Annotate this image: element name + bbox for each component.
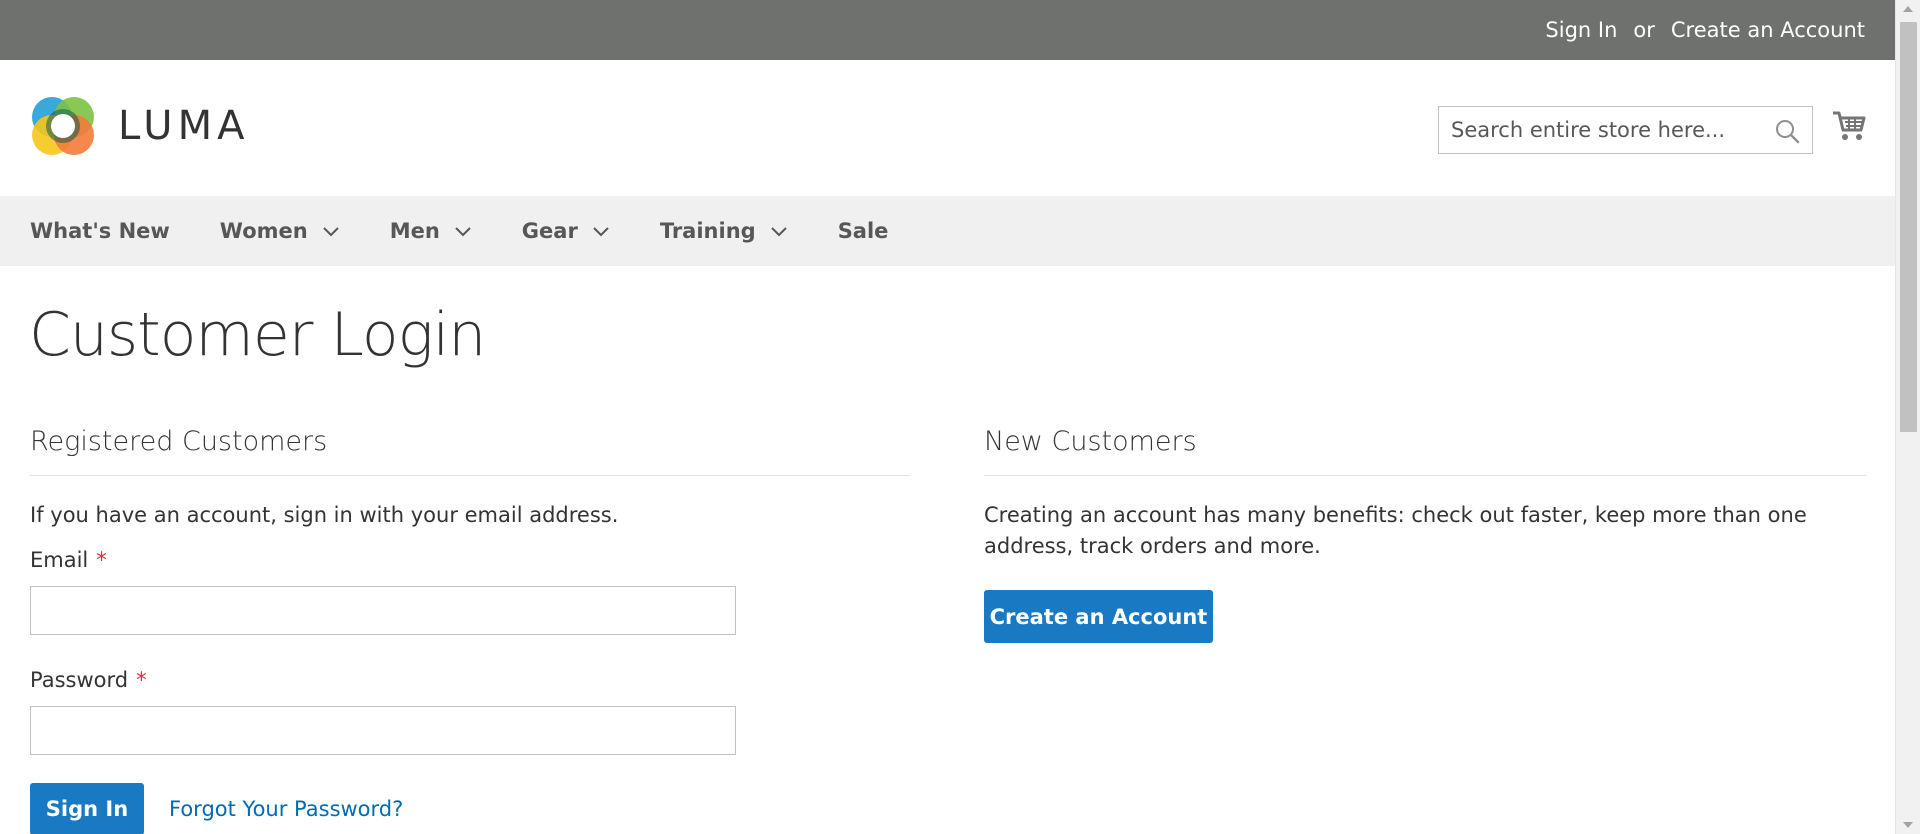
nav-item-training[interactable]: Training (660, 219, 788, 243)
create-account-link[interactable]: Create an Account (1671, 18, 1865, 42)
or-separator: or (1633, 18, 1655, 42)
create-account-button[interactable]: Create an Account (984, 590, 1213, 643)
registered-customers-title: Registered Customers (30, 426, 910, 476)
nav-item-women[interactable]: Women (220, 219, 340, 243)
chevron-down-icon (455, 227, 471, 237)
page: Sign In or Create an Account LUMA Search… (0, 0, 1895, 834)
logo-text: LUMA (118, 103, 250, 149)
search-input[interactable] (1451, 118, 1751, 142)
search-icon[interactable] (1774, 118, 1800, 144)
new-customers-block: New Customers Creating an account has ma… (984, 426, 1866, 643)
nav-item-label: Sale (837, 219, 889, 243)
nav-item-label: Men (389, 219, 440, 243)
header: LUMA (0, 60, 1895, 196)
nav-item-label: Gear (521, 219, 578, 243)
chevron-down-icon (593, 227, 609, 237)
password-field-group: Password * (30, 668, 910, 755)
email-label-text: Email (30, 548, 89, 572)
luma-logo-icon (32, 97, 94, 155)
nav-item-whats-new[interactable]: What's New (30, 219, 170, 243)
registered-customers-intro: If you have an account, sign in with you… (30, 503, 619, 527)
vertical-scrollbar[interactable] (1895, 0, 1920, 834)
scroll-down-icon[interactable] (1903, 822, 1913, 828)
nav-item-label: Training (659, 219, 756, 243)
scroll-up-icon[interactable] (1903, 6, 1913, 12)
email-label: Email * (30, 548, 107, 572)
password-label-text: Password (30, 668, 129, 692)
nav-item-sale[interactable]: Sale (838, 219, 889, 243)
new-customers-title: New Customers (984, 426, 1866, 476)
main-nav: What's New Women Men Gear Training Sale (0, 196, 1895, 266)
password-label: Password * (30, 668, 147, 692)
login-actions: Sign In Forgot Your Password? (30, 783, 910, 834)
password-field[interactable] (30, 706, 736, 755)
logo[interactable]: LUMA (30, 93, 249, 159)
email-field[interactable] (30, 586, 736, 635)
nav-item-label: What's New (30, 219, 170, 243)
required-mark: * (136, 668, 147, 692)
forgot-password-link[interactable]: Forgot Your Password? (169, 797, 403, 821)
cart-icon[interactable] (1831, 108, 1867, 144)
sign-in-link[interactable]: Sign In (1545, 18, 1617, 42)
nav-item-gear[interactable]: Gear (522, 219, 610, 243)
scroll-thumb[interactable] (1900, 22, 1917, 432)
chevron-down-icon (322, 227, 339, 237)
chevron-down-icon (770, 227, 787, 237)
sign-in-button[interactable]: Sign In (30, 783, 144, 834)
registered-customers-block: Registered Customers If you have an acco… (30, 426, 910, 834)
email-field-group: Email * (30, 548, 910, 635)
nav-item-men[interactable]: Men (390, 219, 472, 243)
page-title: Customer Login (29, 300, 486, 370)
required-mark: * (96, 548, 107, 572)
new-customers-text: Creating an account has many benefits: c… (984, 503, 1807, 558)
search-box (1438, 106, 1813, 154)
nav-item-label: Women (219, 219, 308, 243)
top-panel: Sign In or Create an Account (0, 0, 1895, 60)
